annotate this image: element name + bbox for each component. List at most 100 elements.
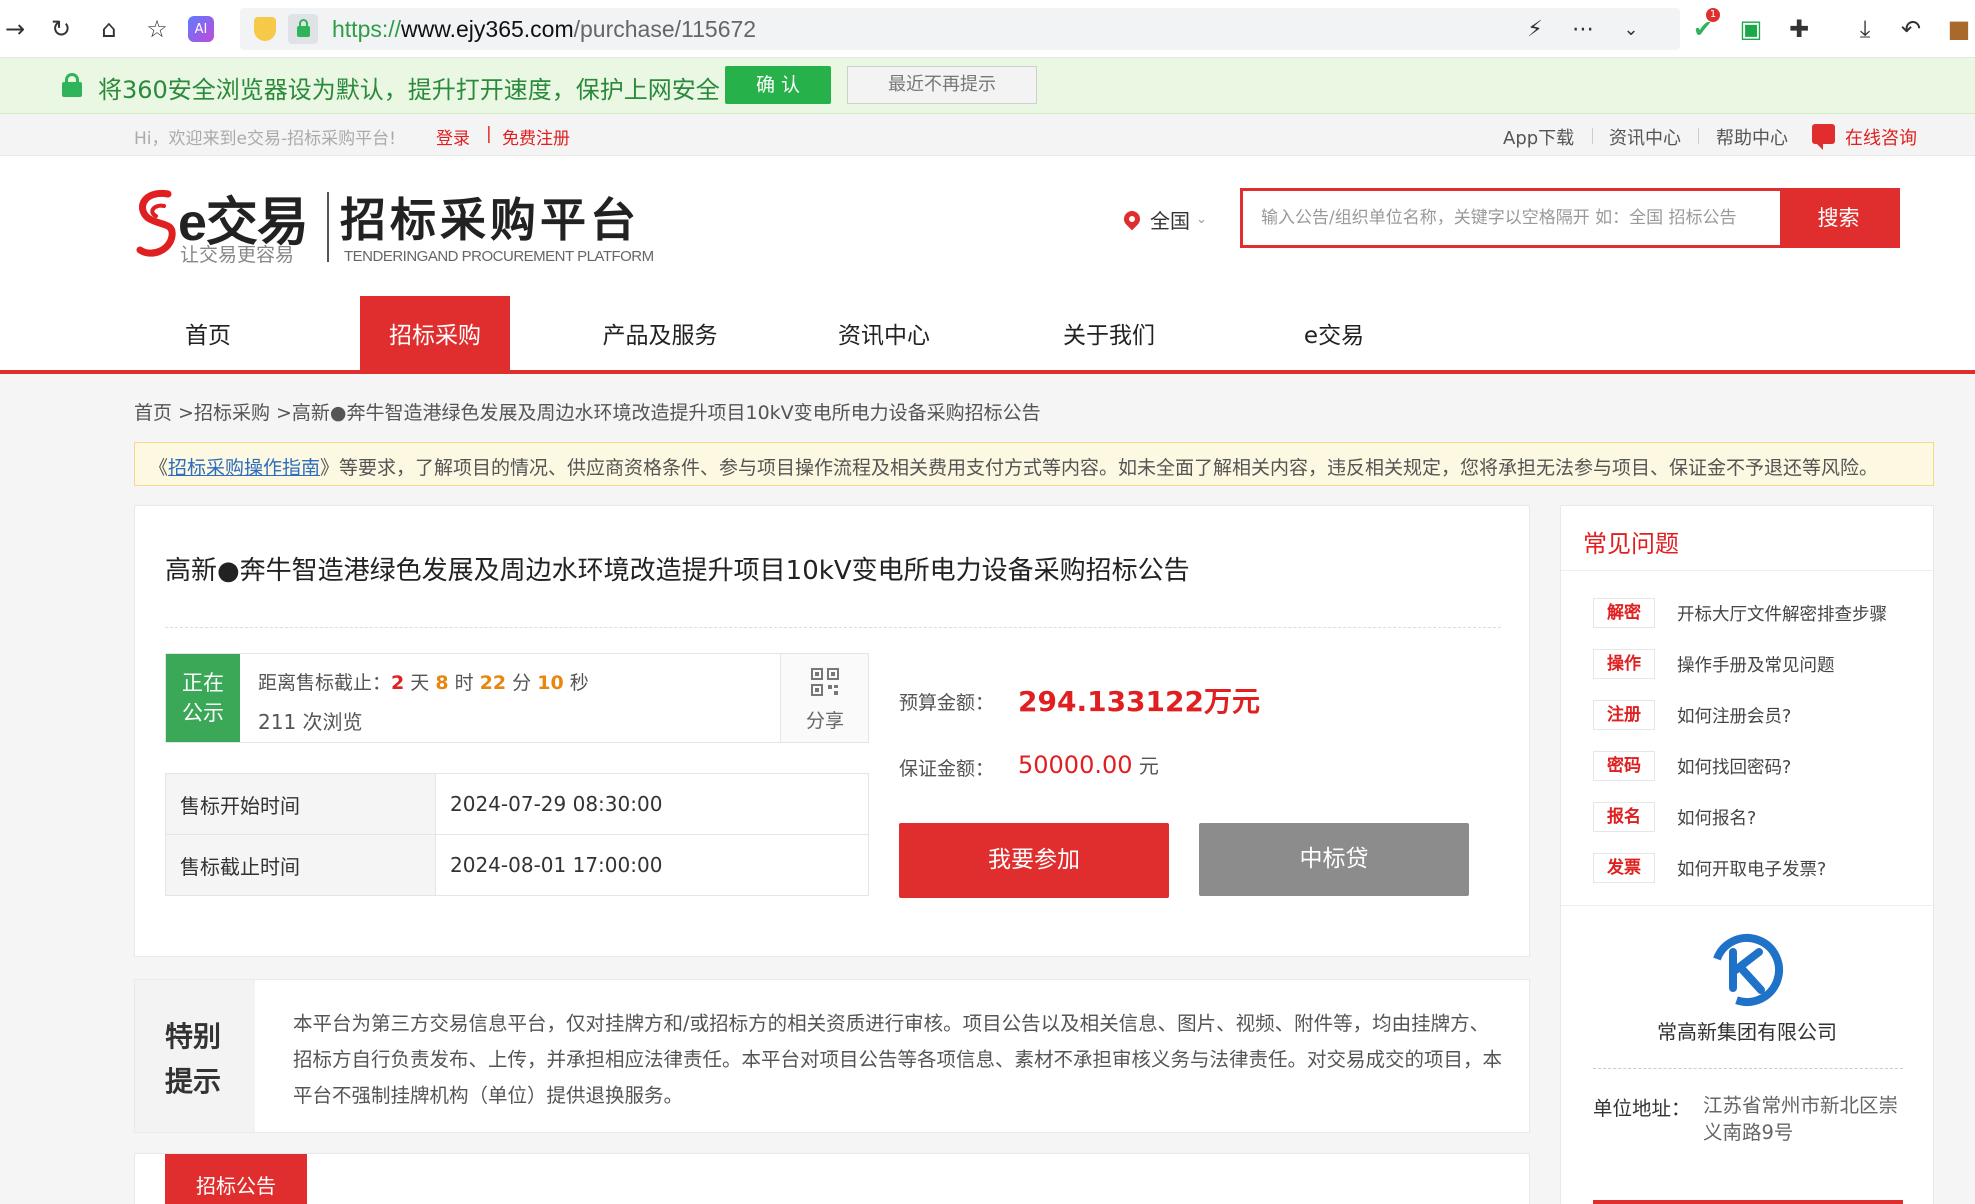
forward-icon[interactable]: → xyxy=(0,14,30,44)
status-badge: 正在公示 xyxy=(166,654,240,742)
undo-icon[interactable]: ↶ xyxy=(1896,14,1926,44)
join-button[interactable]: 我要参加 xyxy=(899,823,1169,898)
address-bar[interactable]: https://www.ejy365.com/purchase/115672 ⚡… xyxy=(240,8,1680,50)
countdown-minutes: 22 xyxy=(479,672,507,694)
shield-icon[interactable] xyxy=(254,17,276,41)
divider xyxy=(1698,128,1699,144)
platform-title: 招标采购平台 xyxy=(340,193,640,247)
nav-ejy[interactable]: e交易 xyxy=(1282,296,1386,370)
dismiss-button[interactable]: 最近不再提示 xyxy=(847,66,1037,104)
nav-products[interactable]: 产品及服务 xyxy=(590,296,730,370)
share-button[interactable]: 分享 xyxy=(780,654,868,742)
divider xyxy=(1561,570,1933,571)
address-label: 单位地址： xyxy=(1593,1097,1691,1120)
logo-slogan: 让交易更容易 xyxy=(180,244,295,266)
faq-item[interactable]: 操作 操作手册及常见问题 xyxy=(1593,649,1835,679)
start-time-label: 售标开始时间 xyxy=(165,773,436,835)
guide-text: 》等要求，了解项目的情况、供应商资格条件、参与项目操作流程及相关费用支付方式等内… xyxy=(320,457,1879,479)
briefcase-icon[interactable]: ■ xyxy=(1944,14,1974,44)
help-center-link[interactable]: 帮助中心 xyxy=(1716,124,1788,150)
project-title: 高新●奔牛智造港绿色发展及周边水环境改造提升项目10kV变电所电力设备采购招标公… xyxy=(165,556,1190,586)
start-time-value: 2024-07-29 08:30:00 xyxy=(435,773,869,835)
qr-code-icon xyxy=(811,668,839,696)
nav-about[interactable]: 关于我们 xyxy=(1050,296,1168,370)
company-name: 常高新集团有限公司 xyxy=(1657,1020,1837,1044)
guide-prefix: 《 xyxy=(149,457,169,479)
content-tabs: 招标公告 xyxy=(134,1153,1530,1204)
more-icon[interactable]: ⋯ xyxy=(1568,14,1598,44)
faq-item[interactable]: 发票 如何开取电子发票? xyxy=(1593,853,1826,883)
online-consult-link[interactable]: 在线咨询 xyxy=(1845,124,1917,150)
platform-subtitle: TENDERINGAND PROCUREMENT PLATFORM xyxy=(344,248,654,265)
deposit-value: 50000.00 xyxy=(1018,751,1133,779)
special-notice: 特别提示 本平台为第三方交易信息平台，仅对挂牌方和/或招标方的相关资质进行审核。… xyxy=(134,979,1530,1133)
default-browser-notice: 将360安全浏览器设为默认，提升打开速度，保护上网安全 确 认 最近不再提示 xyxy=(0,58,1975,114)
home-icon[interactable]: ⌂ xyxy=(94,14,124,44)
end-time-value: 2024-08-01 17:00:00 xyxy=(435,834,869,896)
time-table: 售标开始时间 2024-07-29 08:30:00 售标截止时间 2024-0… xyxy=(165,773,869,896)
puzzle-icon[interactable]: ✚ xyxy=(1784,14,1814,44)
faq-question[interactable]: 开标大厅文件解密排查步骤 xyxy=(1677,601,1887,626)
divider xyxy=(165,627,1501,628)
search-box: 搜索 xyxy=(1240,188,1900,248)
search-input[interactable] xyxy=(1243,191,1777,245)
sidebar: 常见问题 解密 开标大厅文件解密排查步骤 操作 操作手册及常见问题 注册 如何注册会员… xyxy=(1560,505,1934,1204)
faq-tag: 操作 xyxy=(1593,649,1655,679)
chevron-down-icon[interactable]: ⌄ xyxy=(1616,14,1646,44)
search-button[interactable]: 搜索 xyxy=(1780,191,1897,245)
app-download-link[interactable]: App下载 xyxy=(1503,124,1574,150)
notice-message: 将360安全浏览器设为默认，提升打开速度，保护上网安全 xyxy=(98,76,720,104)
nav-home[interactable]: 首页 xyxy=(152,296,264,370)
special-notice-title: 特别提示 xyxy=(165,1020,222,1098)
url-text[interactable]: https://www.ejy365.com/purchase/115672 xyxy=(332,16,756,43)
divider xyxy=(1593,1068,1903,1069)
divider xyxy=(1561,905,1933,906)
special-notice-body: 本平台为第三方交易信息平台，仅对挂牌方和/或招标方的相关资质进行审核。项目公告以… xyxy=(293,1012,1503,1107)
login-link[interactable]: 登录 xyxy=(436,124,470,149)
address-value: 江苏省常州市新北区崇义南路9号 xyxy=(1703,1094,1899,1144)
chat-icon[interactable] xyxy=(1812,124,1835,150)
faq-item[interactable]: 密码 如何找回密码? xyxy=(1593,751,1791,781)
faq-question[interactable]: 如何找回密码? xyxy=(1677,754,1791,779)
countdown-label: 距离售标截止： xyxy=(258,672,392,694)
site-header: e交易 让交易更容易 招标采购平台 TENDERINGAND PROCUREME… xyxy=(0,156,1975,374)
bid-loan-button[interactable]: 中标贷 xyxy=(1199,823,1469,896)
faq-question[interactable]: 如何报名? xyxy=(1677,805,1756,830)
faq-tag: 发票 xyxy=(1593,853,1655,883)
project-card: 高新●奔牛智造港绿色发展及周边水环境改造提升项目10kV变电所电力设备采购招标公… xyxy=(134,505,1530,957)
countdown-hours: 8 xyxy=(435,672,449,694)
divider xyxy=(1592,128,1593,144)
view-count: 211 次浏览 xyxy=(258,710,363,734)
logo-swirl-icon[interactable] xyxy=(134,186,178,266)
budget-amount: 294.133122万元 xyxy=(1018,685,1260,718)
news-center-link[interactable]: 资讯中心 xyxy=(1609,124,1681,150)
welcome-text: Hi，欢迎来到e交易-招标采购平台! xyxy=(134,129,396,149)
download-icon[interactable]: ⤓ xyxy=(1850,14,1880,44)
faq-question[interactable]: 如何开取电子发票? xyxy=(1677,856,1826,881)
nav-news[interactable]: 资讯中心 xyxy=(826,296,942,370)
guide-link[interactable]: 招标采购操作指南 xyxy=(168,457,320,479)
faq-item[interactable]: 解密 开标大厅文件解密排查步骤 xyxy=(1593,598,1887,628)
lightning-icon[interactable]: ⚡ xyxy=(1520,14,1550,44)
register-link[interactable]: 免费注册 xyxy=(502,124,570,149)
faq-tag: 报名 xyxy=(1593,802,1655,832)
bookmark-star-icon[interactable]: ☆ xyxy=(142,14,172,44)
extension-book-icon[interactable]: ▣ xyxy=(1736,14,1766,44)
status-text: 正在公示 xyxy=(182,671,224,725)
region-selector[interactable]: 全国 ⌄ xyxy=(1120,204,1207,234)
faq-item[interactable]: 注册 如何注册会员? xyxy=(1593,700,1791,730)
faq-question[interactable]: 操作手册及常见问题 xyxy=(1677,652,1835,677)
breadcrumb[interactable]: 首页 >招标采购 >高新●奔牛智造港绿色发展及周边水环境改造提升项目10kV变电… xyxy=(134,398,1041,425)
nav-tendering[interactable]: 招标采购 xyxy=(360,296,510,370)
confirm-button[interactable]: 确 认 xyxy=(725,66,831,104)
region-label: 全国 xyxy=(1150,208,1190,233)
faq-item[interactable]: 报名 如何报名? xyxy=(1593,802,1756,832)
secure-lock-icon[interactable] xyxy=(288,14,318,44)
tab-tender-notice[interactable]: 招标公告 xyxy=(165,1154,307,1204)
reload-icon[interactable]: ↻ xyxy=(46,14,76,44)
faq-question[interactable]: 如何注册会员? xyxy=(1677,703,1791,728)
location-pin-icon xyxy=(1120,207,1144,231)
hours-unit: 时 xyxy=(448,672,480,694)
end-time-label: 售标截止时间 xyxy=(165,834,436,896)
ai-icon[interactable]: AI xyxy=(188,16,214,42)
